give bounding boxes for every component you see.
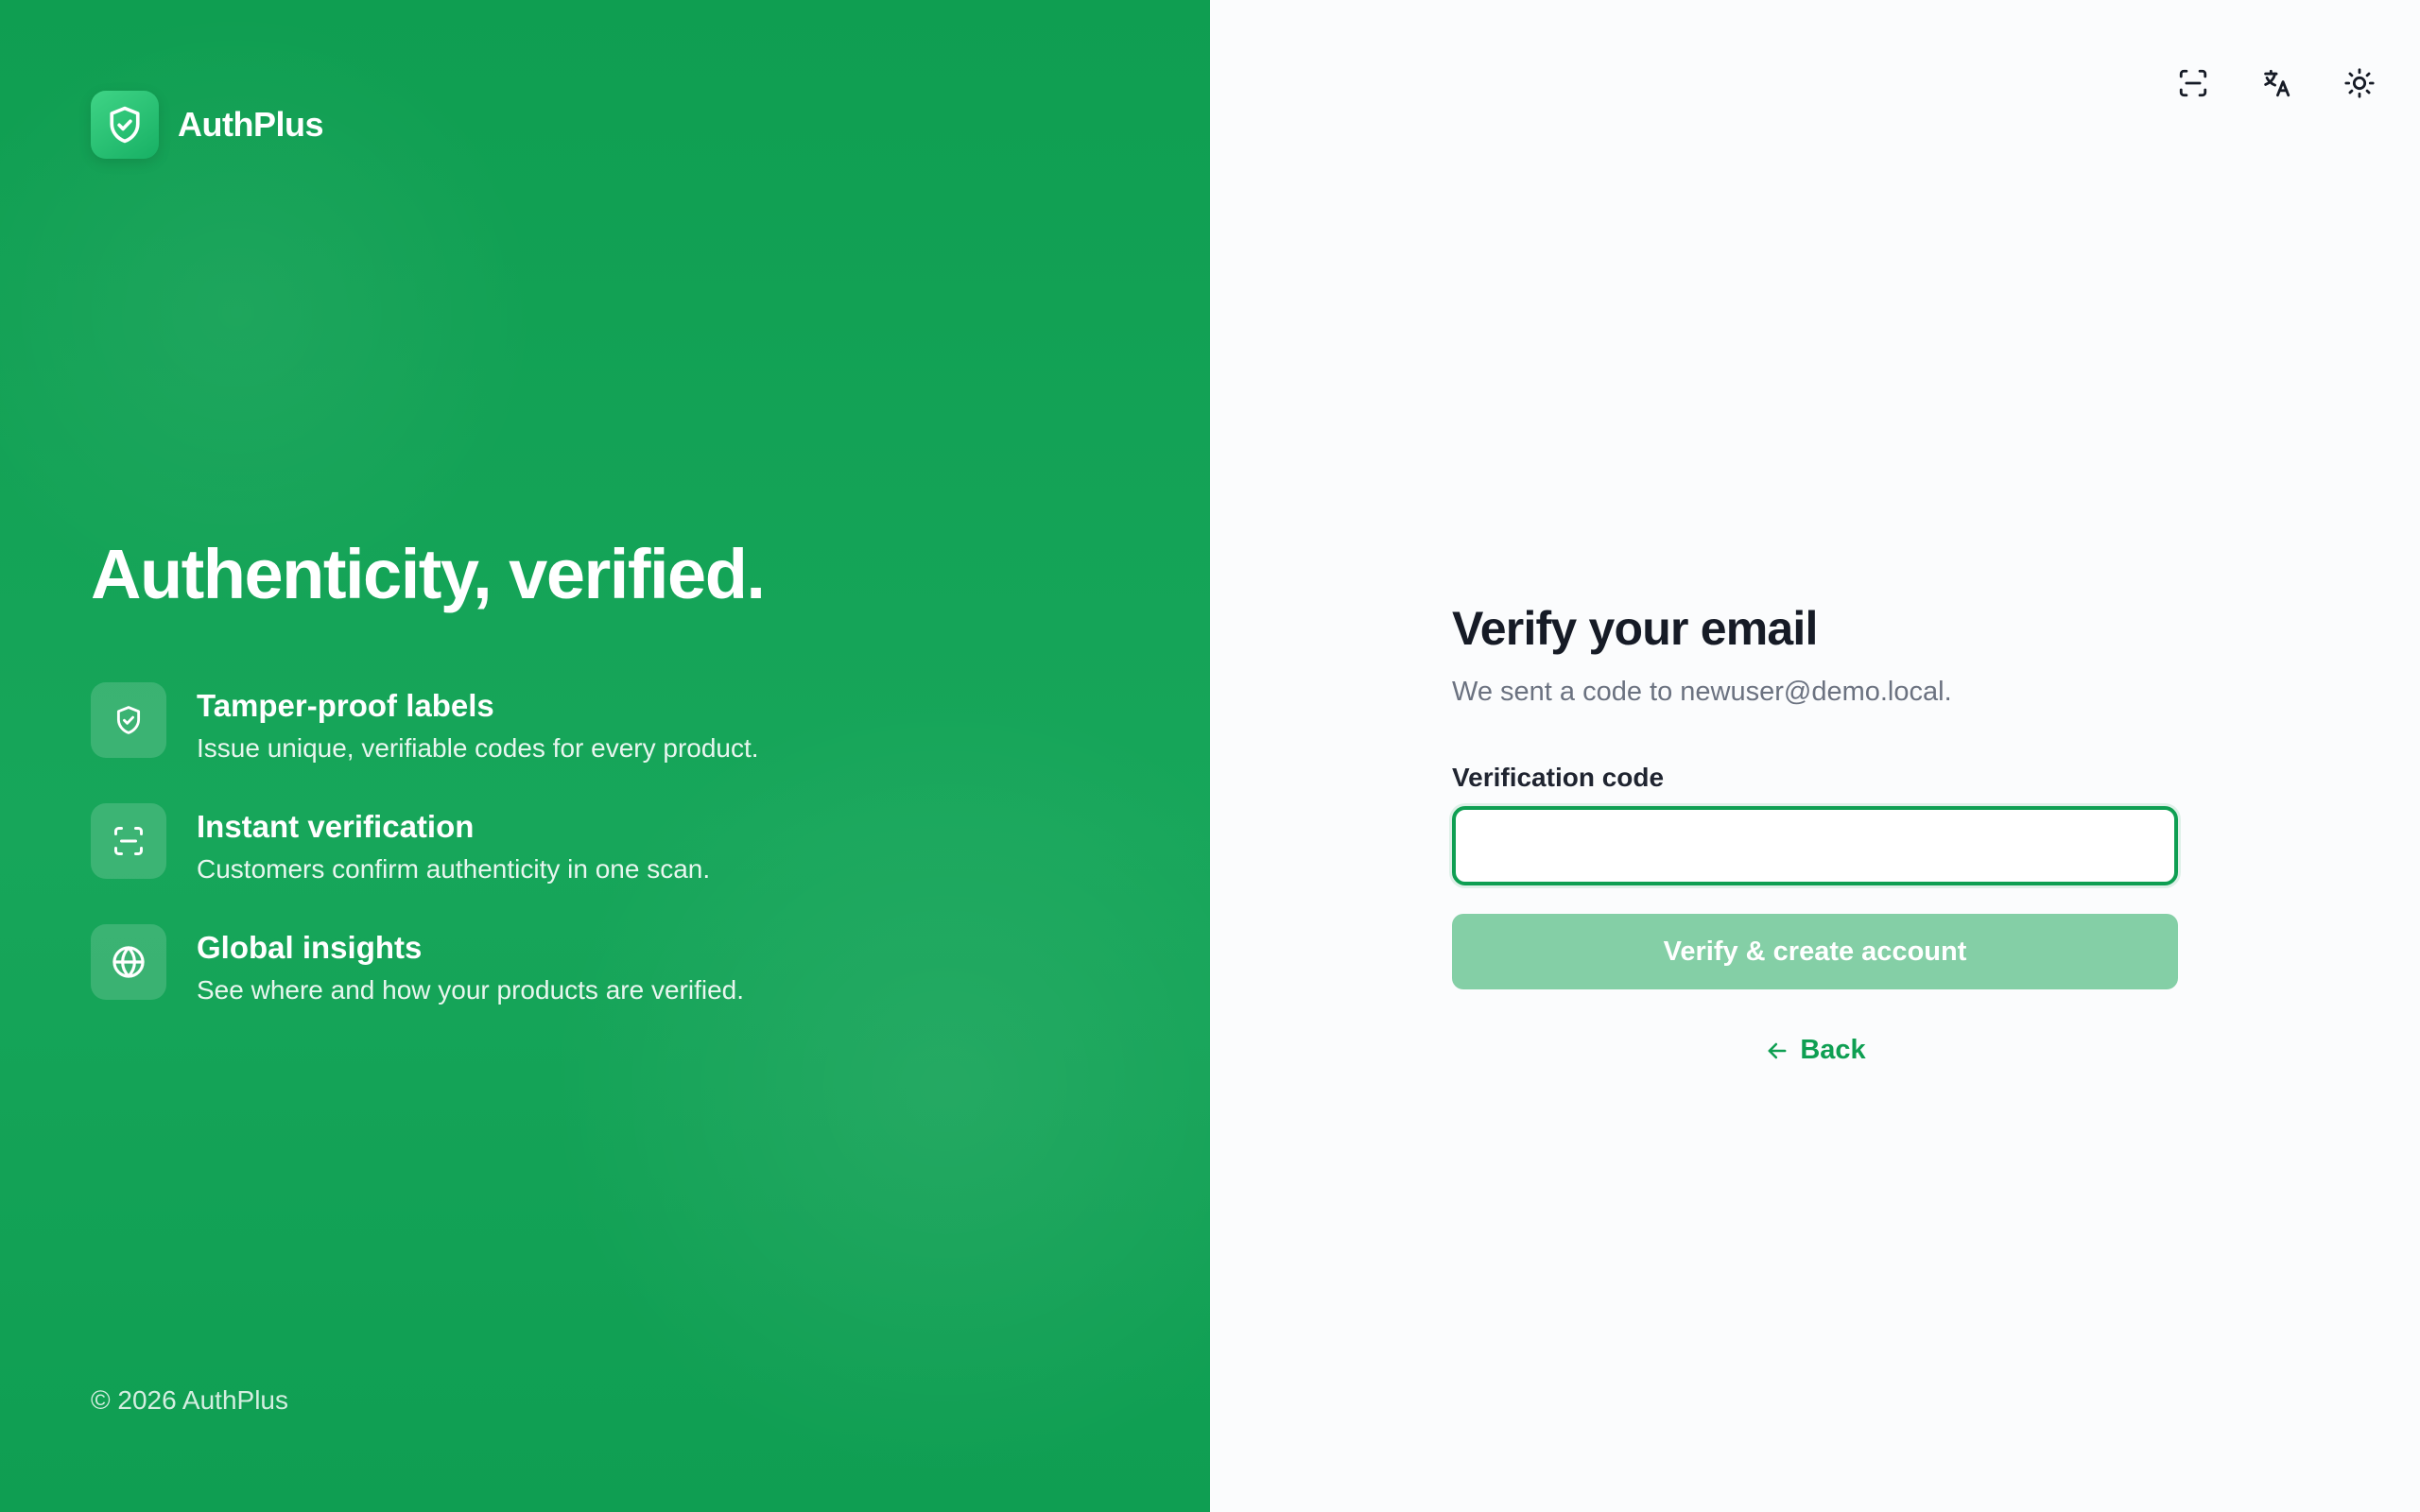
form-title: Verify your email [1452, 602, 1818, 655]
brand-headline: Authenticity, verified. [91, 535, 766, 613]
feature-item: Tamper-proof labels Issue unique, verifi… [91, 682, 759, 803]
scan-icon [91, 803, 166, 879]
copyright: © 2026 AuthPlus [91, 1385, 289, 1415]
verification-code-input[interactable] [1452, 806, 2178, 885]
verification-code-label: Verification code [1452, 763, 1665, 792]
feature-item: Instant verification Customers confirm a… [91, 803, 759, 924]
shield-check-icon [91, 682, 166, 758]
feature-title: Instant verification [197, 809, 475, 844]
globe-icon [91, 924, 166, 1000]
verify-create-account-button[interactable]: Verify & create account [1452, 914, 2178, 989]
brand-panel: AuthPlus Authenticity, verified. Tamper-… [0, 0, 1210, 1512]
language-button[interactable] [2254, 60, 2299, 106]
back-button[interactable]: Back [1764, 1035, 1866, 1066]
brand-logo[interactable]: AuthPlus [91, 91, 324, 159]
feature-description: See where and how your products are veri… [197, 975, 744, 1005]
theme-toggle-button[interactable] [2337, 60, 2382, 106]
feature-item: Global insights See where and how your p… [91, 924, 759, 1045]
feature-title: Global insights [197, 930, 423, 965]
scan-button[interactable] [2170, 60, 2216, 106]
arrow-left-icon [1768, 1042, 1787, 1058]
back-label: Back [1800, 1035, 1866, 1065]
brand-name: AuthPlus [178, 105, 324, 144]
shield-check-icon [91, 91, 159, 159]
translate-icon [2264, 69, 2290, 97]
feature-description: Customers confirm authenticity in one sc… [197, 854, 711, 884]
form-panel: Verify your email We sent a code to newu… [1210, 0, 2420, 1512]
feature-title: Tamper-proof labels [197, 688, 494, 723]
top-toolbar [2170, 60, 2382, 106]
feature-description: Issue unique, verifiable codes for every… [197, 733, 759, 763]
sun-icon [2344, 68, 2375, 98]
feature-list: Tamper-proof labels Issue unique, verifi… [91, 682, 759, 1045]
scan-icon [2179, 69, 2207, 97]
verify-email-form: Verify your email We sent a code to newu… [1452, 601, 2178, 1066]
form-subtitle: We sent a code to newuser@demo.local. [1452, 677, 1952, 707]
